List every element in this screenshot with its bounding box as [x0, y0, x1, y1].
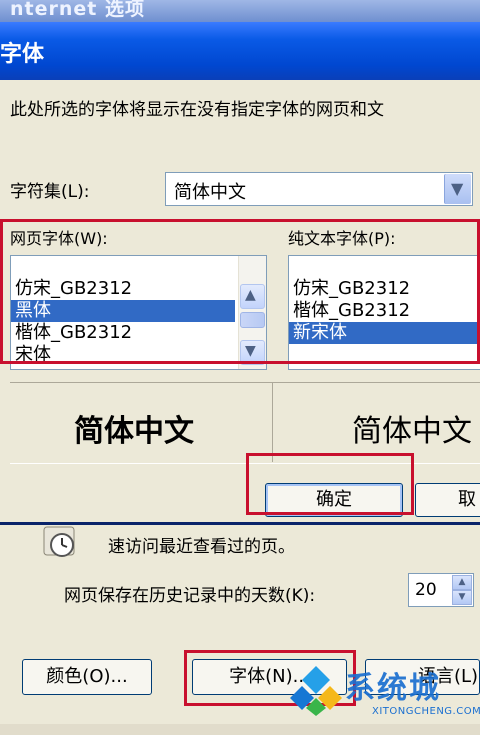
- watermark-text: 系统城: [345, 671, 441, 706]
- charset-dropdown-button[interactable]: ▼: [444, 174, 471, 204]
- bottom-edge: [0, 724, 480, 735]
- plain-font-preview: 简体中文: [352, 414, 472, 449]
- history-days-value: 20: [415, 580, 437, 600]
- dropdown-arrow-icon: ▼: [451, 179, 464, 198]
- spin-buttons: ▲ ▼: [452, 575, 472, 605]
- charset-label: 字符集(L):: [10, 182, 90, 202]
- font-dialog-title: 字体: [0, 42, 45, 67]
- history-days-label: 网页保存在历史记录中的天数(K):: [64, 586, 316, 606]
- charset-select[interactable]: 简体中文 ▼: [165, 172, 473, 206]
- cancel-button[interactable]: 取: [415, 483, 480, 517]
- history-days-spinner[interactable]: 20 ▲ ▼: [408, 573, 474, 607]
- charset-value: 简体中文: [174, 182, 246, 203]
- history-description: 速访问最近查看过的页。: [108, 537, 295, 557]
- history-clock-icon: [42, 523, 78, 559]
- colors-button[interactable]: 颜色(O)...: [22, 659, 152, 695]
- highlight-font-lists: [0, 219, 480, 364]
- spin-up-icon[interactable]: ▲: [452, 575, 472, 590]
- webpage-font-preview: 简体中文: [74, 414, 194, 449]
- watermark-url: XITONGCHENG.COM: [372, 706, 480, 717]
- highlight-ok-button: [246, 453, 414, 515]
- font-dialog-titlebar[interactable]: 字体: [0, 22, 480, 80]
- watermark-logo-icon: [290, 664, 342, 716]
- background-window-title: nternet 选项: [10, 0, 145, 20]
- spin-down-icon[interactable]: ▼: [452, 590, 472, 605]
- font-dialog: 字体 此处所选的字体将显示在没有指定字体的网页和文 字符集(L): 简体中文 ▼…: [0, 22, 480, 525]
- font-dialog-description: 此处所选的字体将显示在没有指定字体的网页和文: [10, 100, 384, 120]
